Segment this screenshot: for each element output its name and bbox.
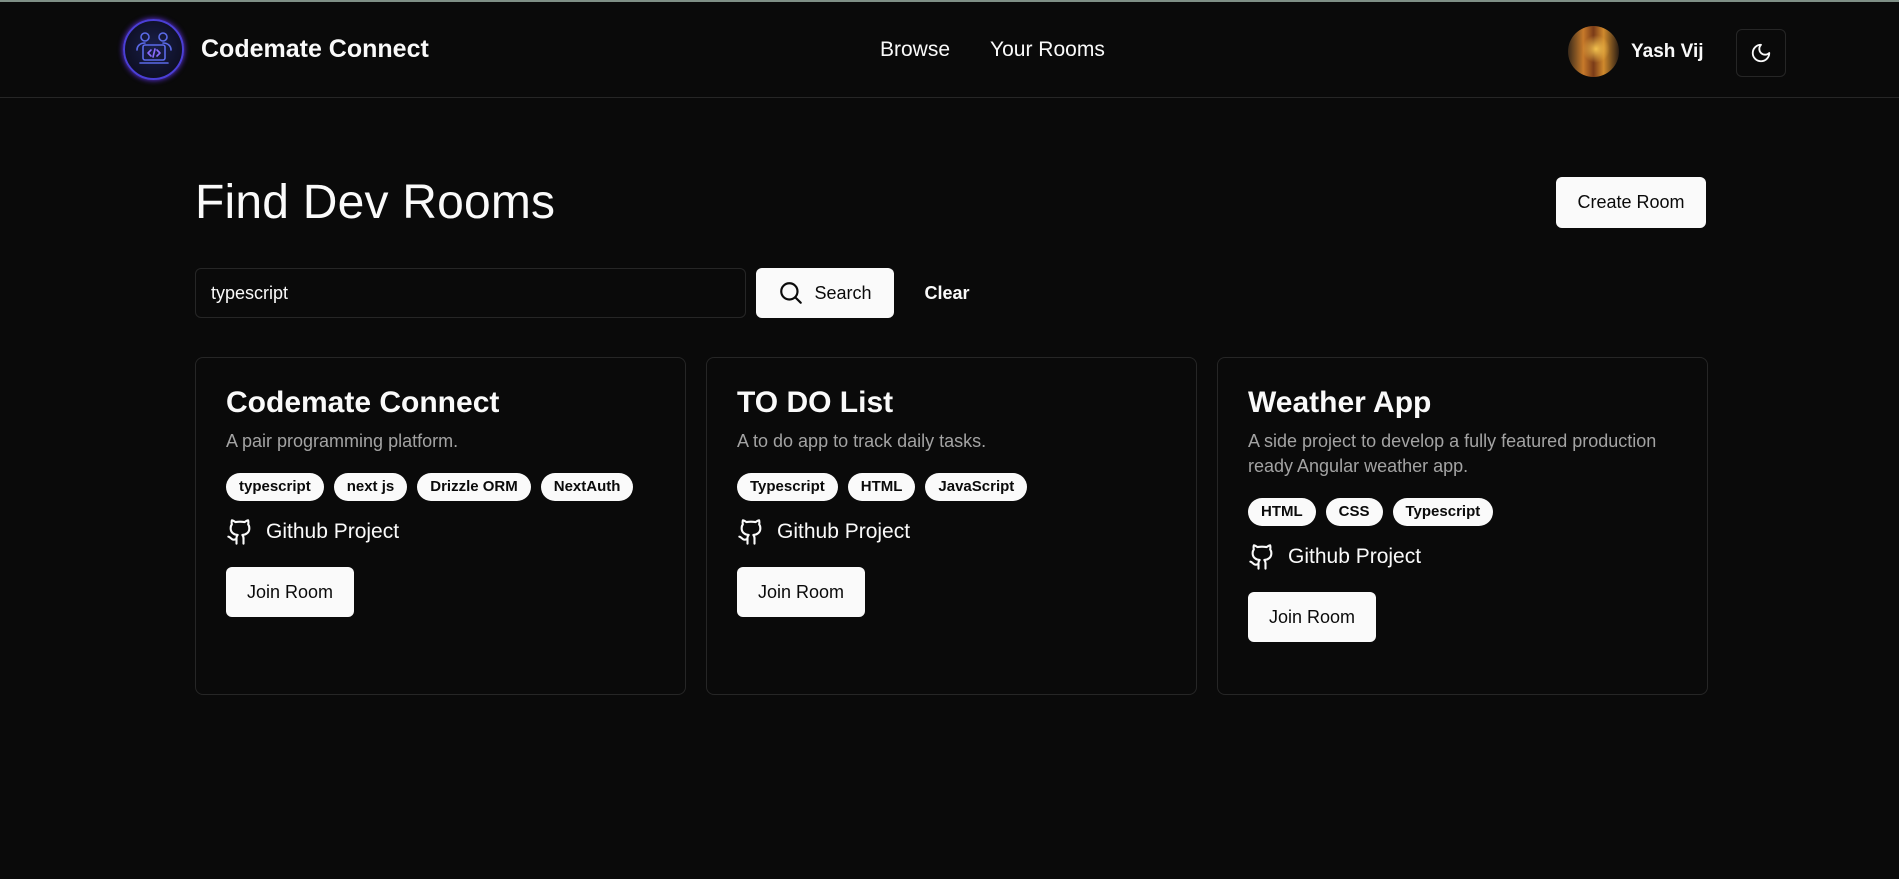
room-card: TO DO List A to do app to track daily ta…	[706, 357, 1197, 695]
avatar	[1568, 26, 1619, 77]
room-card: Codemate Connect A pair programming plat…	[195, 357, 686, 695]
brand-name: Codemate Connect	[201, 35, 429, 63]
github-project-label: Github Project	[777, 520, 911, 543]
nav-your-rooms[interactable]: Your Rooms	[990, 38, 1105, 62]
tag-badge[interactable]: CSS	[1325, 498, 1383, 526]
room-tags: Typescript HTML JavaScript	[737, 473, 1166, 501]
room-description: A pair programming platform.	[226, 431, 459, 451]
join-room-button[interactable]: Join Room	[1248, 592, 1376, 642]
create-room-button[interactable]: Create Room	[1556, 177, 1706, 228]
theme-toggle-button[interactable]	[1736, 29, 1786, 77]
page-title: Find Dev Rooms	[195, 176, 556, 229]
github-icon	[1249, 544, 1273, 570]
clear-button[interactable]: Clear	[912, 268, 982, 318]
tag-badge[interactable]: HTML	[847, 473, 916, 501]
tag-badge[interactable]: Typescript	[1392, 498, 1494, 526]
tag-badge[interactable]: JavaScript	[925, 473, 1028, 501]
tag-badge[interactable]: typescript	[226, 473, 324, 501]
laptop-pair-icon	[123, 19, 184, 80]
join-room-button[interactable]: Join Room	[226, 567, 354, 617]
user-name: Yash Vij	[1631, 40, 1704, 62]
join-room-button[interactable]: Join Room	[737, 567, 865, 617]
brand-link[interactable]: Codemate Connect	[123, 19, 429, 80]
tag-badge[interactable]: next js	[333, 473, 408, 501]
search-input[interactable]	[195, 268, 746, 318]
room-tags: typescript next js Drizzle ORM NextAuth	[226, 473, 655, 501]
tag-badge[interactable]: NextAuth	[540, 473, 634, 501]
room-description: A to do app to track daily tasks.	[737, 431, 987, 451]
user-menu[interactable]: Yash Vij	[1568, 26, 1704, 77]
navbar: Codemate Connect Browse Your Rooms Yash …	[0, 2, 1899, 98]
nav-browse[interactable]: Browse	[880, 38, 950, 62]
room-title: TO DO List	[737, 386, 894, 419]
tag-badge[interactable]: HTML	[1248, 498, 1316, 526]
room-card: Weather App A side project to develop a …	[1217, 357, 1708, 695]
tag-badge[interactable]: Typescript	[737, 473, 838, 501]
github-project-link[interactable]: Github Project	[737, 518, 1166, 546]
github-project-link[interactable]: Github Project	[1248, 543, 1677, 571]
github-icon	[227, 519, 251, 545]
github-project-label: Github Project	[1288, 545, 1422, 568]
search-icon	[780, 282, 803, 304]
search-button-label: Search	[814, 282, 872, 303]
moon-icon	[1751, 43, 1771, 63]
room-title: Codemate Connect	[226, 386, 500, 419]
room-description: A side project to develop a fully featur…	[1248, 431, 1657, 476]
tag-badge[interactable]: Drizzle ORM	[417, 473, 531, 501]
room-tags: HTML CSS Typescript	[1248, 498, 1677, 526]
search-button[interactable]: Search	[756, 268, 894, 318]
main-nav: Browse Your Rooms	[880, 38, 1105, 62]
github-project-label: Github Project	[266, 520, 400, 543]
room-title: Weather App	[1248, 386, 1432, 419]
github-project-link[interactable]: Github Project	[226, 518, 655, 546]
room-list: Codemate Connect A pair programming plat…	[195, 357, 1708, 695]
github-icon	[738, 519, 762, 545]
